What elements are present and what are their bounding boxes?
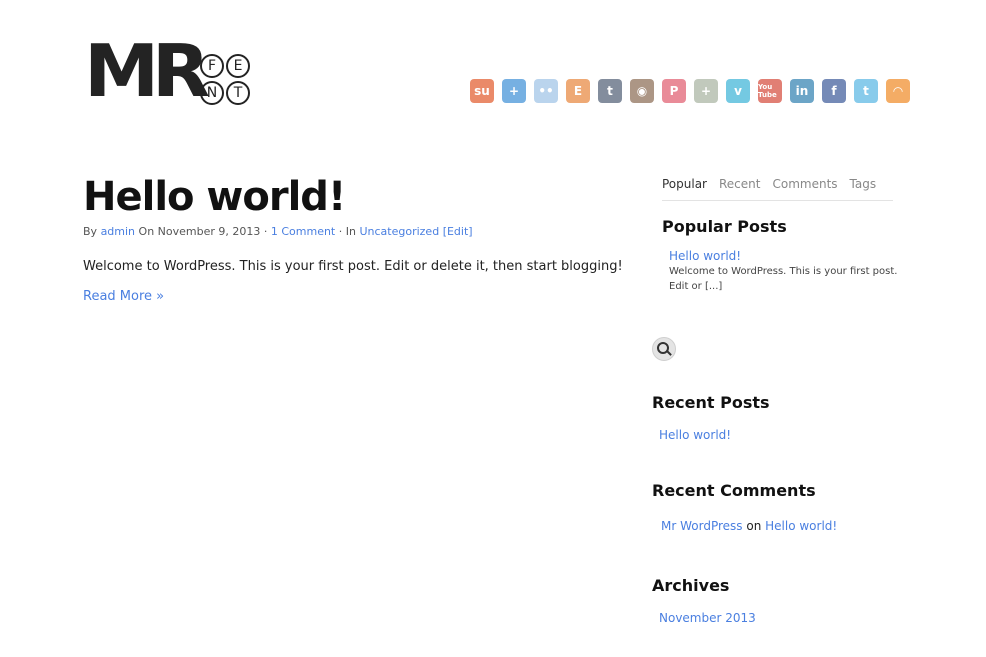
comment-on-text: on [746, 519, 762, 533]
author-link[interactable]: admin [101, 225, 135, 238]
comment-post-link[interactable]: Hello world! [765, 519, 837, 533]
category-link[interactable]: Uncategorized [359, 225, 439, 238]
recent-posts-heading: Recent Posts [652, 393, 770, 412]
youtube-icon[interactable]: You Tube [758, 79, 782, 103]
logo-letter-t: T [226, 81, 250, 105]
facebook-icon[interactable]: f [822, 79, 846, 103]
comments-link[interactable]: 1 Comment [271, 225, 335, 238]
post-excerpt: Welcome to WordPress. This is your first… [83, 259, 623, 274]
logo-letter-e: E [226, 54, 250, 78]
tab-recent[interactable]: Recent [719, 177, 760, 200]
recent-comments-heading: Recent Comments [652, 481, 816, 500]
twitter-icon[interactable]: t [854, 79, 878, 103]
comment-author-link[interactable]: Mr WordPress [661, 519, 743, 533]
archive-link-november-2013[interactable]: November 2013 [659, 611, 756, 625]
tab-tags[interactable]: Tags [850, 177, 877, 200]
logo-letter-f: F [200, 54, 224, 78]
etsy-icon[interactable]: E [566, 79, 590, 103]
sidebar-tabs: Popular Recent Comments Tags [662, 177, 893, 201]
meta-by: By [83, 225, 98, 238]
post-meta: By admin On November 9, 2013 · 1 Comment… [83, 225, 473, 238]
instagram-icon[interactable]: ◉ [630, 79, 654, 103]
tab-comments[interactable]: Comments [772, 177, 837, 200]
social-icons: su + •• Et ◉ P + v You Tube in f t ◠ [470, 79, 918, 103]
tab-popular[interactable]: Popular [662, 177, 707, 200]
rss-icon[interactable]: ◠ [886, 79, 910, 103]
popular-post-excerpt: Welcome to WordPress. This is your first… [669, 266, 898, 292]
read-more-link[interactable]: Read More » [83, 289, 164, 304]
logo-mark: MR [84, 29, 210, 113]
linkedin-icon[interactable]: in [790, 79, 814, 103]
archives-heading: Archives [652, 576, 730, 595]
pinterest-icon[interactable]: P [662, 79, 686, 103]
edit-link[interactable]: [Edit] [443, 225, 473, 238]
site-logo[interactable]: MR F E N T [84, 35, 254, 107]
logo-letter-n: N [200, 81, 224, 105]
search-button[interactable] [652, 337, 676, 361]
vimeo-icon[interactable]: v [726, 79, 750, 103]
tumblr-icon[interactable]: t [598, 79, 622, 103]
google-plus-alt-icon[interactable]: + [694, 79, 718, 103]
popular-posts-heading: Popular Posts [662, 217, 787, 236]
post-title[interactable]: Hello world! [83, 174, 346, 220]
google-plus-icon[interactable]: + [502, 79, 526, 103]
meta-in: · In [338, 225, 356, 238]
recent-comment-item: Mr WordPress on Hello world! [661, 519, 837, 533]
recent-post-link[interactable]: Hello world! [659, 428, 731, 442]
flickr-icon[interactable]: •• [534, 79, 558, 103]
stumbleupon-icon[interactable]: su [470, 79, 494, 103]
popular-post-link[interactable]: Hello world! [669, 249, 741, 263]
meta-date: On November 9, 2013 · [138, 225, 268, 238]
